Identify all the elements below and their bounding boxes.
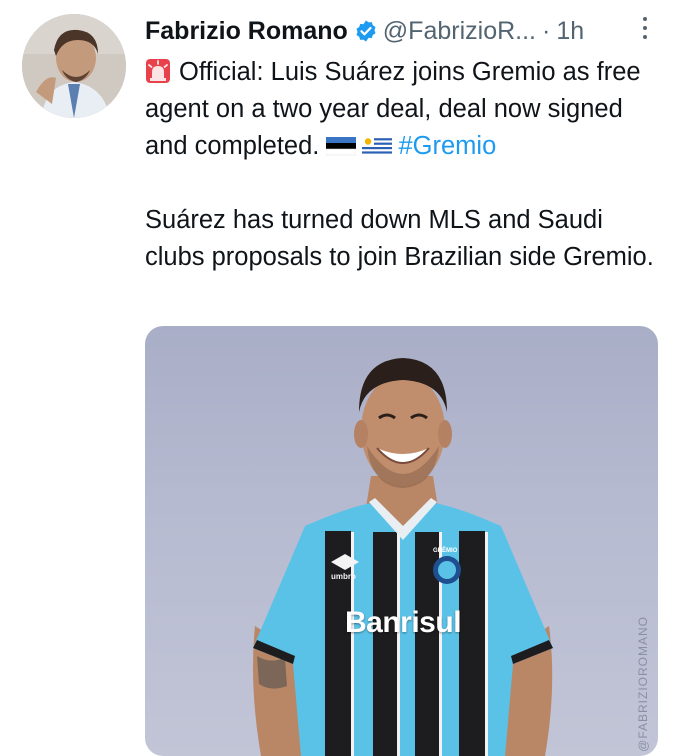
shirt-sponsor-text: Banrisul — [345, 606, 462, 639]
estonia-flag-icon — [326, 131, 357, 156]
verified-badge-icon — [354, 19, 378, 43]
tweet-header: Fabrizio Romano @FabrizioR... · 1h — [145, 14, 671, 48]
header-separator: · — [541, 16, 551, 45]
author-avatar[interactable] — [22, 14, 126, 118]
hashtag-link[interactable]: #Gremio — [398, 132, 496, 160]
rotating-light-emoji-icon — [145, 58, 171, 84]
more-options-icon[interactable] — [637, 14, 653, 42]
image-watermark: @FABRIZIOROMANO — [636, 616, 650, 752]
author-name[interactable]: Fabrizio Romano — [145, 17, 348, 46]
tweet-text-line1: Official: Luis Suárez joins Gremio as fr… — [145, 58, 641, 160]
kit-brand-text: umbro — [331, 572, 356, 581]
uruguay-flag-icon — [362, 131, 393, 156]
avatar-photo — [22, 14, 126, 118]
tweet-paragraph-2: Suárez has turned down MLS and Saudi clu… — [145, 206, 654, 271]
tweet-media-image[interactable]: Banrisul umbro GRÊMIO @FABRIZIOROMANO — [145, 326, 658, 756]
tweet-timestamp[interactable]: 1h — [556, 17, 584, 46]
crest-text: GRÊMIO — [433, 548, 458, 554]
tweet-paragraph-1: Official: Luis Suárez joins Gremio as fr… — [145, 54, 665, 165]
author-handle[interactable]: @FabrizioR... — [383, 17, 536, 46]
player-photo — [253, 358, 553, 756]
tweet-body: Official: Luis Suárez joins Gremio as fr… — [145, 54, 665, 276]
